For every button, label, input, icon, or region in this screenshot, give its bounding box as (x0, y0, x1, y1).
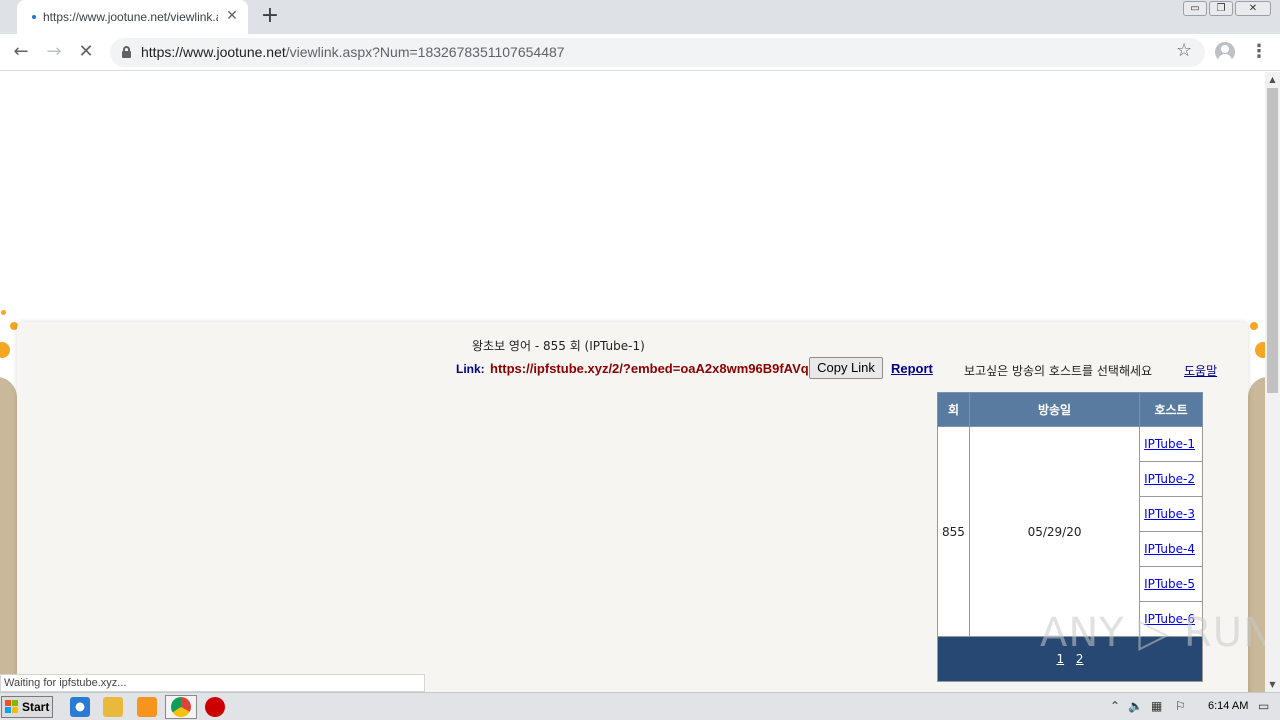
decorative-dot (1250, 322, 1258, 330)
column-header-host: 호스트 (1139, 392, 1203, 427)
windows-taskbar: Start ⌃ 🔈 ▦ ⚐ 6:14 AM ▭ (0, 692, 1280, 720)
show-title: 왕초보 영어 - 855 회 (IPTube-1) (472, 339, 645, 353)
media-player-icon[interactable] (137, 697, 157, 717)
url-path: /viewlink.aspx?Num=1832678351107654487 (285, 44, 565, 60)
host-cell: IPTube-4 (1139, 531, 1203, 567)
episode-number: 855 (937, 426, 970, 637)
start-button[interactable]: Start (1, 696, 53, 718)
link-label: Link: (456, 362, 485, 376)
loading-icon (32, 15, 36, 19)
host-cell: IPTube-3 (1139, 496, 1203, 532)
profile-avatar-icon[interactable] (1215, 42, 1235, 62)
monitor-icon[interactable]: ▭ (1258, 699, 1269, 713)
browser-menu-icon[interactable]: ⋮ (1250, 40, 1268, 64)
report-link[interactable]: Report (891, 361, 933, 376)
host-cell: IPTube-2 (1139, 461, 1203, 497)
column-header-episode: 회 (937, 392, 970, 427)
air-date: 05/29/20 (968, 426, 1141, 637)
tab-strip: https://www.jootune.net/viewlink.a ✕ + ▭… (0, 0, 1280, 34)
column-header-air-date: 방송일 (968, 392, 1141, 427)
table-header-row: 회 방송일 호스트 (937, 392, 1203, 427)
host-cell: IPTube-1 (1139, 426, 1203, 462)
page-viewport: 왕초보 영어 - 855 회 (IPTube-1) Link: https://… (0, 72, 1265, 692)
decorative-background-left (0, 377, 17, 692)
stream-link-text: https://ipfstube.xyz/2/?embed=oaA2x8wm96… (490, 361, 816, 376)
host-link-iptube-2[interactable]: IPTube-2 (1144, 472, 1195, 486)
tab-title: https://www.jootune.net/viewlink.a (43, 10, 218, 24)
url-text[interactable]: https://www.jootune.net/viewlink.aspx?Nu… (141, 44, 565, 60)
scroll-up-arrow-icon[interactable]: ▲ (1265, 72, 1280, 87)
start-label: Start (22, 700, 50, 714)
host-cell: IPTube-5 (1139, 566, 1203, 602)
stop-loading-button[interactable]: ✕ (74, 40, 98, 64)
close-window-button[interactable]: ✕ (1235, 1, 1271, 16)
copy-link-button[interactable]: Copy Link (809, 357, 883, 379)
back-button[interactable]: ← (9, 40, 33, 64)
vertical-scrollbar[interactable]: ▲ ▼ (1265, 72, 1280, 692)
address-bar[interactable]: https://www.jootune.net/viewlink.aspx?Nu… (110, 38, 1205, 67)
host-link-iptube-3[interactable]: IPTube-3 (1144, 507, 1195, 521)
help-link[interactable]: 도움말 (1184, 362, 1217, 379)
chrome-taskbar-button[interactable] (165, 695, 197, 719)
decorative-dot (1, 310, 6, 315)
restore-button[interactable]: ❐ (1209, 1, 1233, 16)
bookmark-star-icon[interactable]: ☆ (1176, 40, 1192, 61)
windows-logo-icon (5, 700, 19, 714)
lock-icon[interactable] (122, 46, 131, 58)
browser-tab[interactable]: https://www.jootune.net/viewlink.a ✕ (17, 0, 248, 34)
host-link-iptube-1[interactable]: IPTube-1 (1144, 437, 1195, 451)
flag-icon[interactable]: ⚐ (1175, 699, 1186, 713)
tab-close-icon[interactable]: ✕ (224, 8, 240, 24)
url-host: https://www.jootune.net (141, 44, 286, 60)
table-row: 855 05/29/20 IPTube-1 (937, 426, 1203, 637)
system-clock[interactable]: 6:14 AM (1208, 700, 1248, 712)
file-explorer-icon[interactable] (103, 697, 123, 717)
network-icon[interactable]: ▦ (1151, 699, 1162, 713)
speaker-icon[interactable]: 🔈 (1128, 699, 1143, 713)
stop-sign-icon[interactable] (205, 697, 225, 717)
chrome-icon (171, 697, 191, 717)
new-tab-button[interactable]: + (259, 5, 281, 27)
anyrun-watermark-logo: ANY ▷ RUN (1040, 610, 1265, 656)
decorative-dot (1255, 342, 1265, 358)
scroll-down-arrow-icon[interactable]: ▼ (1265, 677, 1280, 692)
browser-toolbar: ← → ✕ https://www.jootune.net/viewlink.a… (0, 34, 1280, 71)
forward-button[interactable]: → (42, 40, 66, 64)
minimize-button[interactable]: ▭ (1183, 1, 1207, 16)
status-bubble: Waiting for ipfstube.xyz... (0, 674, 425, 692)
scroll-thumb[interactable] (1267, 88, 1278, 393)
chevron-up-icon[interactable]: ⌃ (1110, 699, 1120, 713)
host-link-iptube-4[interactable]: IPTube-4 (1144, 542, 1195, 556)
internet-explorer-icon[interactable] (70, 697, 90, 717)
host-selection-hint: 보고싶은 방송의 호스트를 선택해세요 (964, 364, 1153, 378)
host-link-iptube-5[interactable]: IPTube-5 (1144, 577, 1195, 591)
